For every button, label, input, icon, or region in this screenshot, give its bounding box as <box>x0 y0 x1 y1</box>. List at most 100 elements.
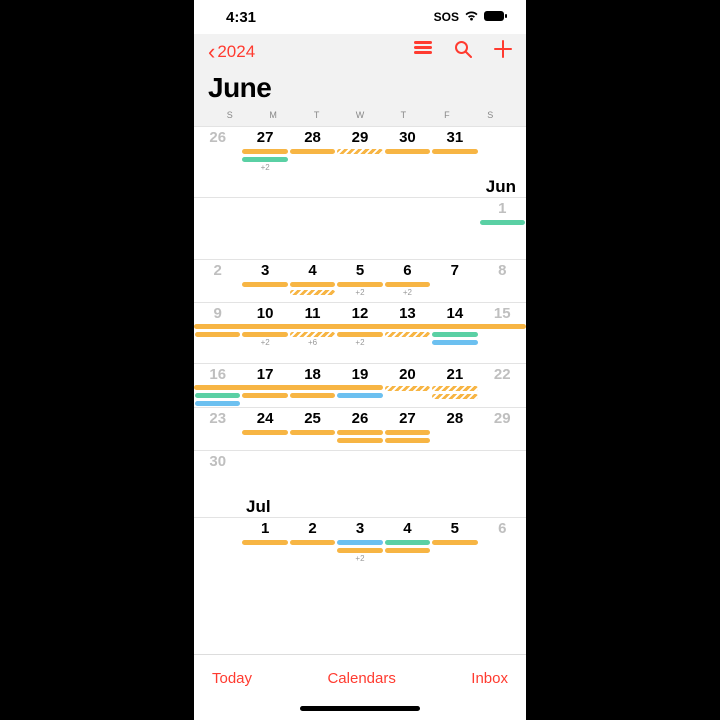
inbox-button[interactable]: Inbox <box>471 670 508 687</box>
day-cell[interactable]: 5 <box>431 518 478 564</box>
event-bar <box>385 548 430 553</box>
event-bar <box>385 149 430 154</box>
day-cell[interactable]: 2 <box>289 518 336 564</box>
day-cell[interactable] <box>384 451 431 493</box>
day-cell[interactable]: 30 <box>384 127 431 173</box>
day-cell[interactable]: 29 <box>479 408 526 450</box>
event-bar <box>432 332 477 337</box>
status-time: 4:31 <box>226 9 256 26</box>
week-row: 2 3 4 5+2 6+2 7 8 <box>194 259 526 302</box>
day-cell[interactable]: 15 <box>479 303 526 363</box>
day-cell[interactable] <box>336 198 383 259</box>
event-bar <box>432 540 477 545</box>
day-cell[interactable]: 30 <box>194 451 241 493</box>
day-cell[interactable]: 22 <box>479 364 526 407</box>
event-bar <box>337 548 382 553</box>
event-bar <box>290 149 335 154</box>
status-right: SOS <box>434 10 508 25</box>
day-cell[interactable]: 31 <box>431 127 478 173</box>
day-cell[interactable]: 23 <box>194 408 241 450</box>
day-cell[interactable]: 28 <box>431 408 478 450</box>
event-bar <box>242 282 287 287</box>
day-cell[interactable]: 21 <box>431 364 478 407</box>
day-cell[interactable]: 4 <box>384 518 431 564</box>
day-cell[interactable]: 1 <box>241 518 288 564</box>
month-label-jun: Jun <box>194 173 526 197</box>
search-icon[interactable] <box>454 40 472 64</box>
day-cell[interactable]: 28 <box>289 127 336 173</box>
day-cell[interactable] <box>289 451 336 493</box>
status-sos: SOS <box>434 10 459 24</box>
dow-f: F <box>425 110 468 120</box>
day-cell[interactable] <box>479 451 526 493</box>
event-bar <box>242 430 287 435</box>
day-cell[interactable]: 1 <box>479 198 526 259</box>
week-row: 23 24 25 26 27 28 29 <box>194 407 526 450</box>
event-bar <box>290 332 335 337</box>
today-button[interactable]: Today <box>212 670 252 687</box>
day-cell[interactable]: 9 <box>194 303 241 363</box>
day-cell[interactable]: 27 <box>384 408 431 450</box>
day-cell[interactable]: 3+2 <box>336 518 383 564</box>
more-indicator: +2 <box>242 338 287 347</box>
header: ‹ 2024 June S M T W T F S <box>194 34 526 126</box>
week-row: 26 27+2 28 29 30 31 <box>194 126 526 173</box>
calendars-button[interactable]: Calendars <box>327 670 395 687</box>
day-cell[interactable]: 7 <box>431 260 478 302</box>
dow-t2: T <box>382 110 425 120</box>
dow-row: S M T W T F S <box>208 110 512 120</box>
day-cell[interactable]: 20 <box>384 364 431 407</box>
home-indicator[interactable] <box>194 702 526 720</box>
day-cell[interactable] <box>384 198 431 259</box>
day-cell[interactable]: 26 <box>336 408 383 450</box>
day-cell[interactable]: 17 <box>241 364 288 407</box>
day-cell[interactable]: 6+2 <box>384 260 431 302</box>
day-cell[interactable] <box>336 451 383 493</box>
day-cell[interactable]: 25 <box>289 408 336 450</box>
dow-m: M <box>251 110 294 120</box>
phone-frame: 4:31 SOS ‹ 2024 <box>194 0 526 720</box>
event-bar <box>290 540 335 545</box>
event-bar <box>242 540 287 545</box>
day-cell[interactable]: 11+6 <box>289 303 336 363</box>
list-icon[interactable] <box>414 40 432 64</box>
day-cell[interactable]: 8 <box>479 260 526 302</box>
day-cell[interactable]: 6 <box>479 518 526 564</box>
day-cell[interactable]: 10+2 <box>241 303 288 363</box>
event-bar <box>337 332 382 337</box>
day-cell[interactable] <box>194 198 241 259</box>
day-cell[interactable]: 26 <box>194 127 241 173</box>
day-cell[interactable]: 5+2 <box>336 260 383 302</box>
day-cell[interactable] <box>241 451 288 493</box>
day-cell[interactable] <box>194 518 241 564</box>
day-cell[interactable]: 13 <box>384 303 431 363</box>
month-title: June <box>208 72 512 104</box>
day-cell[interactable]: 19 <box>336 364 383 407</box>
day-cell[interactable]: 29 <box>336 127 383 173</box>
event-bar <box>242 393 287 398</box>
day-cell[interactable] <box>241 198 288 259</box>
calendar-grid[interactable]: 26 27+2 28 29 30 31 Jun 1 2 3 4 5+2 6+2 … <box>194 126 526 654</box>
event-bar <box>337 149 382 154</box>
add-icon[interactable] <box>494 40 512 64</box>
day-cell[interactable]: 27+2 <box>241 127 288 173</box>
day-cell[interactable]: 3 <box>241 260 288 302</box>
day-cell[interactable] <box>289 198 336 259</box>
day-cell[interactable]: 14 <box>431 303 478 363</box>
day-cell[interactable]: 4 <box>289 260 336 302</box>
day-cell[interactable]: 2 <box>194 260 241 302</box>
event-bar <box>195 332 240 337</box>
day-cell[interactable]: 18 <box>289 364 336 407</box>
day-cell[interactable] <box>479 127 526 173</box>
day-cell[interactable] <box>431 198 478 259</box>
back-button[interactable]: ‹ 2024 <box>208 41 255 63</box>
dow-w: W <box>338 110 381 120</box>
dow-s: S <box>208 110 251 120</box>
day-cell[interactable]: 24 <box>241 408 288 450</box>
day-cell[interactable]: 12+2 <box>336 303 383 363</box>
day-cell[interactable]: 16 <box>194 364 241 407</box>
event-bar <box>432 149 477 154</box>
more-indicator: +2 <box>337 288 382 297</box>
week-row: 9 10+2 11+6 12+2 13 14 15 <box>194 302 526 363</box>
day-cell[interactable] <box>431 451 478 493</box>
